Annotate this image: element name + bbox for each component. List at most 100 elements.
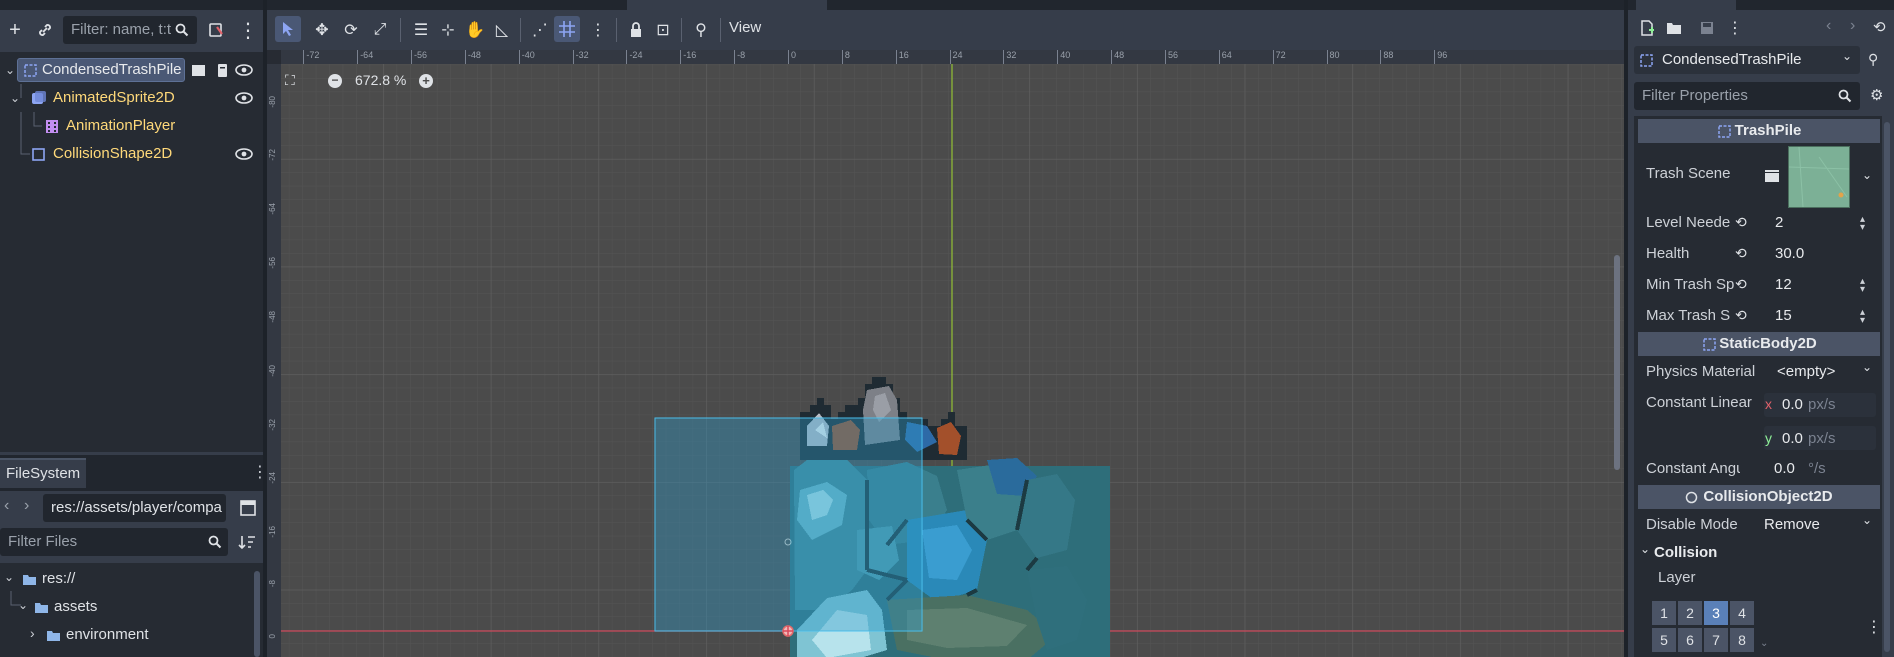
trash-scene-thumbnail[interactable] <box>1788 146 1850 208</box>
collapse-arrow-icon[interactable]: ⌄ <box>4 570 14 584</box>
linear-x-field[interactable]: x 0.0 px/s <box>1764 393 1876 417</box>
pivot-icon[interactable]: ⊹ <box>435 17 461 43</box>
tab-filesystem[interactable]: FileSystem <box>0 458 86 488</box>
property-settings-icon[interactable]: ⚙ <box>1870 86 1883 104</box>
physics-material-value[interactable]: <empty> <box>1777 363 1835 380</box>
scene-icon[interactable] <box>191 64 206 77</box>
section-trashpile[interactable]: TrashPile <box>1638 119 1880 143</box>
canvas-viewport[interactable]: -96-88-80-72-64-56-48-40-32-24-16-808162… <box>267 50 1624 657</box>
max-trash-input[interactable]: 15 <box>1775 307 1792 324</box>
visibility-eye-icon[interactable] <box>235 62 253 78</box>
select-mode-button[interactable] <box>275 16 301 42</box>
section-collisionobject[interactable]: CollisionObject2D <box>1638 485 1880 509</box>
revert-icon[interactable]: ⟲ <box>1735 214 1747 231</box>
chevron-down-icon[interactable]: ⌄ <box>1862 360 1872 374</box>
scrollbar[interactable] <box>254 571 260 657</box>
lock-icon[interactable] <box>623 17 649 43</box>
zoom-in-icon[interactable]: + <box>419 74 433 88</box>
more-options-icon[interactable]: ⋮ <box>252 462 268 482</box>
property-filter-input[interactable]: Filter Properties <box>1634 82 1860 110</box>
history-icon[interactable]: ⟲ <box>1873 18 1886 36</box>
skeleton-bone-icon[interactable]: ⚲ <box>688 17 714 43</box>
history-forward-icon[interactable]: › <box>1850 17 1855 35</box>
new-resource-icon[interactable] <box>1640 20 1654 36</box>
node-selector[interactable]: CondensedTrashPile ⌄ <box>1634 46 1860 74</box>
rotate-mode-icon[interactable]: ⟳ <box>338 17 364 43</box>
viewport-scrollbar[interactable] <box>1614 255 1620 470</box>
ruler-tick-label: -24 <box>629 50 643 60</box>
snap-options-icon[interactable]: ⋮ <box>585 17 611 43</box>
tab-inspector[interactable] <box>1636 0 1736 10</box>
layer-cell-8[interactable]: 8 <box>1730 628 1754 652</box>
revert-icon[interactable]: ⟲ <box>1735 276 1747 293</box>
sort-icon[interactable] <box>238 534 256 550</box>
scale-mode-icon[interactable]: ⤢ <box>367 17 393 43</box>
history-back-icon[interactable]: ‹ <box>1826 17 1831 35</box>
collapse-arrow-icon[interactable]: ⌄ <box>18 598 28 612</box>
visibility-eye-icon[interactable] <box>235 90 253 106</box>
spinner-icon[interactable]: ▴ ▾ <box>1860 277 1870 295</box>
more-options-icon[interactable]: ⋮ <box>1727 18 1743 38</box>
save-icon[interactable] <box>1700 21 1714 35</box>
zoom-out-icon[interactable]: − <box>328 74 342 88</box>
tree-item-root[interactable]: ⌄ CondensedTrashPile <box>0 56 263 84</box>
layer-cell-4[interactable]: 4 <box>1730 601 1754 625</box>
view-menu[interactable]: View <box>729 19 761 36</box>
active-scene-tab[interactable] <box>627 0 827 10</box>
angular-value[interactable]: 0.0 <box>1774 460 1795 477</box>
tree-item-collisionshape[interactable]: CollisionShape2D <box>0 140 263 168</box>
visibility-eye-icon[interactable] <box>235 146 253 162</box>
disable-mode-select[interactable]: Remove <box>1764 516 1820 533</box>
script-attached-icon[interactable] <box>216 63 229 78</box>
min-trash-input[interactable]: 12 <box>1775 276 1792 293</box>
layer-cell-3[interactable]: 3 <box>1704 601 1728 625</box>
revert-icon[interactable]: ⟲ <box>1735 307 1747 324</box>
subsection-collision[interactable]: ⌄ Collision <box>1638 542 1880 564</box>
inspector-scrollbar[interactable] <box>1884 122 1890 652</box>
layer-cell-7[interactable]: 7 <box>1704 628 1728 652</box>
more-options-icon[interactable]: ⋮ <box>1866 617 1882 637</box>
forward-arrow-icon[interactable]: › <box>24 497 29 515</box>
add-node-icon[interactable]: + <box>2 17 28 43</box>
expand-arrow-icon[interactable]: › <box>30 625 35 641</box>
back-arrow-icon[interactable]: ‹ <box>4 497 9 515</box>
layer-cell-1[interactable]: 1 <box>1652 601 1676 625</box>
chevron-down-icon[interactable]: ⌄ <box>1760 638 1768 649</box>
script-icon[interactable] <box>203 17 229 43</box>
tree-item-animatedsprite[interactable]: ⌄ AnimatedSprite2D <box>0 84 263 112</box>
group-icon[interactable]: ⊡ <box>650 17 676 43</box>
chevron-down-icon[interactable]: ⌄ <box>1862 168 1872 182</box>
section-staticbody[interactable]: StaticBody2D <box>1638 332 1880 356</box>
spinner-icon[interactable]: ▴ ▾ <box>1860 308 1870 326</box>
center-view-icon[interactable]: ⛶ <box>285 72 295 89</box>
layer-cell-6[interactable]: 6 <box>1678 628 1702 652</box>
node-docs-icon[interactable]: ⚲ <box>1868 51 1878 68</box>
list-select-icon[interactable]: ☰ <box>408 17 434 43</box>
zoom-level[interactable]: 672.8 % <box>355 72 406 88</box>
split-view-icon[interactable] <box>240 500 256 516</box>
tree-item-animationplayer[interactable]: AnimationPlayer <box>0 112 263 140</box>
grid-snap-button[interactable] <box>554 16 580 42</box>
spinner-icon[interactable]: ▴ ▾ <box>1860 215 1870 233</box>
filesystem-filter-input[interactable]: Filter Files <box>0 528 228 556</box>
layer-cell-5[interactable]: 5 <box>1652 628 1676 652</box>
layer-cell-2[interactable]: 2 <box>1678 601 1702 625</box>
pan-hand-icon[interactable]: ✋ <box>462 17 488 43</box>
fs-item-environment[interactable]: › environment <box>4 623 244 649</box>
revert-icon[interactable]: ⟲ <box>1735 245 1747 262</box>
more-options-icon[interactable]: ⋮ <box>235 17 261 43</box>
level-needed-input[interactable]: 2 <box>1775 214 1783 231</box>
move-mode-icon[interactable]: ✥ <box>309 17 335 43</box>
health-input[interactable]: 30.0 <box>1775 245 1804 262</box>
fs-item-assets[interactable]: ⌄ assets <box>4 591 244 621</box>
tree-item-label: CollisionShape2D <box>53 145 173 162</box>
path-input[interactable]: res://assets/player/compa <box>43 494 226 522</box>
chevron-down-icon[interactable]: ⌄ <box>1862 513 1872 527</box>
collapse-arrow-icon[interactable]: ⌄ <box>5 56 15 84</box>
ruler-icon[interactable]: ◺ <box>489 17 515 43</box>
linear-y-field[interactable]: y 0.0 px/s <box>1764 426 1876 450</box>
fs-item-res[interactable]: ⌄ res:// <box>4 567 244 593</box>
open-folder-icon[interactable] <box>1666 21 1682 35</box>
link-icon[interactable] <box>32 17 58 43</box>
smart-snap-icon[interactable]: ⋰ <box>527 17 553 43</box>
